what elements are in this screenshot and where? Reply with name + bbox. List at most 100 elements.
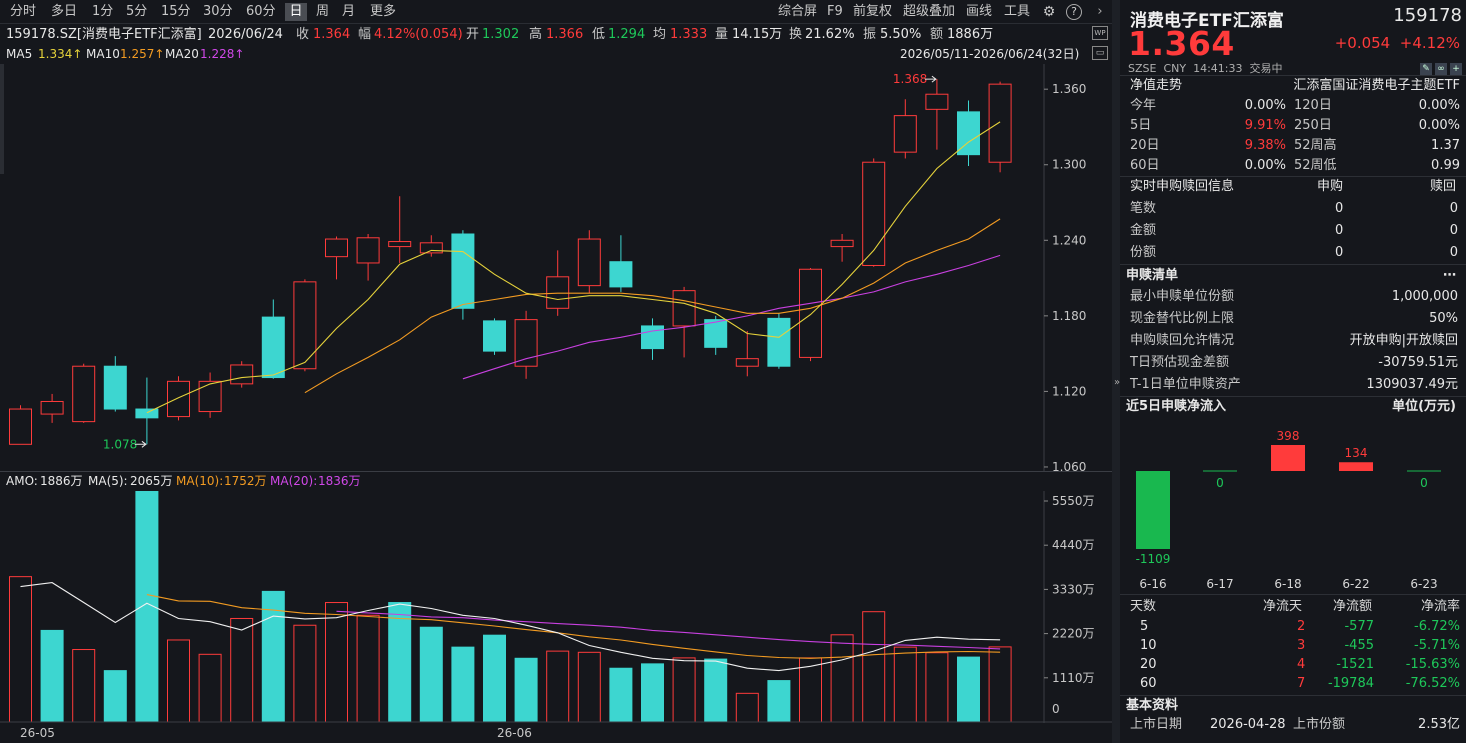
period-tab-15min[interactable]: 15分 — [159, 3, 193, 21]
candle-body — [167, 380, 190, 418]
tools-button[interactable]: 工具 — [1004, 3, 1030, 21]
nav-period-value: 0.00% — [1244, 158, 1286, 173]
candle-body — [135, 408, 159, 419]
volume-bar — [767, 680, 791, 723]
volume-bar — [483, 634, 506, 723]
period-tab-30min[interactable]: 30分 — [201, 3, 235, 21]
vol-ma20-value: 1836万 — [318, 474, 361, 488]
link-icon[interactable]: ∞ — [1435, 63, 1447, 75]
stats-days: 5 — [1140, 619, 1149, 634]
net-flow-chart[interactable]: -1109 6-16 0 6-17 398 6-18 134 6-22 0 6-23 — [1120, 418, 1466, 596]
rt-row: 笔数 0 0 — [1120, 199, 1466, 219]
candle-body — [767, 317, 791, 367]
list-row-label: 最小申赎单位份额 — [1130, 289, 1235, 304]
candle — [72, 363, 96, 423]
gear-icon[interactable]: ⚙ — [1041, 4, 1057, 20]
panel-divider[interactable] — [1112, 0, 1120, 743]
stats-days: 10 — [1140, 638, 1157, 653]
add-icon[interactable]: + — [1450, 63, 1462, 75]
f9-button[interactable]: F9 — [827, 3, 843, 21]
amp-label: 幅 — [358, 27, 372, 42]
period-tab-5min[interactable]: 5分 — [124, 3, 149, 21]
composite-screen-button[interactable]: 综合屏 — [778, 3, 817, 21]
flow-title: 近5日申赎净流入 — [1126, 399, 1227, 414]
period-tab-multiday[interactable]: 多日 — [49, 3, 79, 21]
change-percent: +4.12% — [1399, 34, 1460, 52]
candle — [388, 196, 412, 263]
candle-body — [451, 233, 475, 309]
rt-row: 份额 0 0 — [1120, 243, 1466, 263]
volume-header: AMO: 1886万 MA(5): 2065万 MA(10): 1752万 MA… — [0, 472, 1112, 490]
volume-bar — [957, 656, 980, 723]
nav-period-label-2: 120日 — [1294, 98, 1332, 113]
list-row-value: 50% — [1429, 311, 1458, 326]
stats-days: 20 — [1140, 657, 1157, 672]
open-label: 开 — [466, 27, 480, 42]
stats-netdays: 7 — [1297, 676, 1306, 691]
change-value: +0.054 — [1334, 34, 1391, 52]
candle-body — [546, 276, 570, 309]
forward-adjust-button[interactable]: 前复权 — [853, 3, 892, 21]
price-tick-label: 1.060 — [1052, 460, 1086, 472]
rt-section-header: 实时申购赎回信息 申购 赎回 — [1120, 177, 1466, 197]
basic-row: 上市日期 2026-04-28 上市份额 2.53亿 — [1120, 715, 1466, 735]
volume-bar — [293, 624, 317, 723]
candlestick-chart[interactable]: 1.060 1.120 1.180 1.240 1.300 1.360 1.368 1.078 — [0, 64, 1112, 472]
volume-bar — [167, 639, 190, 723]
candle-body — [388, 241, 412, 248]
period-tab-fenshi[interactable]: 分时 — [8, 3, 38, 21]
ma5-label: MA5 — [6, 47, 33, 61]
panel-icons: ✎ ∞ + — [1417, 60, 1462, 75]
list-title: 申赎清单 — [1126, 268, 1179, 283]
flow-bar-group: 134 — [1339, 446, 1373, 471]
listing-shares-value: 2.53亿 — [1418, 717, 1460, 732]
volume-tick-label: 1110万 — [1052, 671, 1095, 685]
flow-bar-label: 398 — [1277, 429, 1300, 443]
wallpaper-icon[interactable]: WP — [1092, 26, 1108, 40]
stats-netamount: -1521 — [1336, 657, 1374, 672]
period-tab-day[interactable]: 日 — [285, 3, 307, 21]
low-label: 低 — [592, 27, 606, 42]
avg-label: 均 — [653, 27, 667, 42]
list-row: T日预估现金差额 -30759.51元 — [1120, 353, 1466, 373]
chart-panel: 分时 多日 1分 5分 15分 30分 60分 日 周 月 更多 综合屏 F9 … — [0, 0, 1112, 743]
period-tab-60min[interactable]: 60分 — [244, 3, 278, 21]
candle — [261, 299, 285, 379]
edit-icon[interactable]: ✎ — [1420, 63, 1432, 75]
volume-bar — [419, 626, 443, 723]
stats-row: 60 7 -19784 -76.52% — [1120, 674, 1466, 694]
period-tab-1min[interactable]: 1分 — [90, 3, 115, 21]
list-section-header: 申赎清单 ⋯ — [1120, 266, 1466, 286]
rt-row-label: 笔数 — [1130, 201, 1157, 216]
list-row-value: -30759.51元 — [1378, 355, 1458, 370]
chevron-right-icon[interactable]: › — [1093, 4, 1107, 20]
nav-period-value: 9.91% — [1244, 118, 1286, 133]
candle — [546, 250, 570, 316]
period-tab-week[interactable]: 周 — [314, 3, 331, 21]
super-overlay-button[interactable]: 超级叠加 — [903, 3, 955, 21]
stats-netamount: -455 — [1344, 638, 1374, 653]
nav-period-label-2: 250日 — [1294, 118, 1332, 133]
candle-body — [609, 261, 633, 288]
fund-code: 159178 — [1393, 5, 1462, 26]
list-row-label: T-1日单位申赎资产 — [1130, 377, 1241, 392]
list-row-label: 申购赎回允许情况 — [1130, 333, 1235, 348]
nav-period-label: 今年 — [1130, 98, 1157, 113]
volume-chart[interactable]: 0 1110万 2220万 3330万 4440万 5550万 — [0, 491, 1112, 723]
period-tab-month[interactable]: 月 — [340, 3, 357, 21]
list-row: 现金替代比例上限 50% — [1120, 309, 1466, 329]
high-value: 1.366 — [546, 27, 584, 42]
period-tab-more[interactable]: 更多 — [368, 3, 398, 21]
close-value: 1.364 — [313, 27, 351, 42]
list-row-value: 开放申购|开放赎回 — [1349, 333, 1458, 348]
shrink-icon[interactable]: ▭ — [1092, 46, 1108, 60]
more-icon[interactable]: ⋯ — [1443, 266, 1456, 286]
ma20-label: MA20 — [165, 47, 199, 61]
nav-period-value: 9.38% — [1244, 138, 1286, 153]
help-icon[interactable]: ? — [1066, 4, 1082, 20]
candle-body — [198, 380, 222, 413]
separator — [1120, 594, 1466, 595]
rt-col-subscribe: 申购 — [1317, 179, 1344, 194]
draw-line-button[interactable]: 画线 — [966, 3, 992, 21]
security-title: 159178.SZ[消费电子ETF汇添富] — [6, 27, 202, 42]
